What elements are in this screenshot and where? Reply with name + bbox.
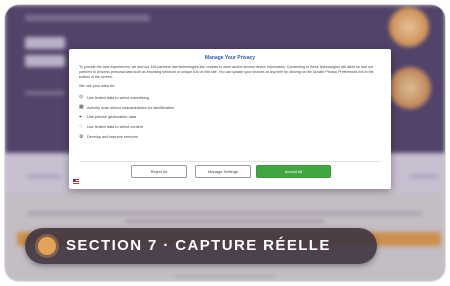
purpose-item: ⊙ Use limited data to select advertising bbox=[79, 93, 381, 103]
scan-icon: ▦ bbox=[79, 104, 84, 111]
purpose-item: ⚙ Develop and improve services bbox=[79, 132, 381, 142]
heart-icon: ♡ bbox=[79, 123, 84, 130]
location-icon: ⌖ bbox=[79, 113, 82, 120]
section-caption-pill: SECTION 7 · CAPTURE RÉELLE bbox=[25, 228, 377, 264]
section-caption-text: SECTION 7 · CAPTURE RÉELLE bbox=[66, 237, 331, 254]
modal-divider bbox=[79, 161, 381, 162]
purpose-item: ▦ Actively scan device characteristics f… bbox=[79, 103, 381, 113]
purpose-label: Actively scan device characteristics for… bbox=[87, 105, 175, 110]
accept-all-button[interactable]: Accept All bbox=[256, 165, 331, 178]
modal-title: Manage Your Privacy bbox=[204, 55, 256, 61]
purpose-item: ⌖ Use precise geolocation data bbox=[79, 113, 381, 123]
data-use-label: We use your data for: bbox=[79, 84, 116, 88]
purpose-label: Use limited data to select advertising bbox=[87, 95, 149, 100]
manage-settings-button[interactable]: Manage Settings bbox=[195, 165, 251, 178]
reject-all-button[interactable]: Reject All bbox=[131, 165, 187, 178]
modal-intro-text: To provide the best experiences, we and … bbox=[79, 65, 374, 79]
target-icon: ⊙ bbox=[79, 94, 84, 101]
purpose-item: ♡ Use limited data to select content bbox=[79, 122, 381, 132]
purpose-label: Use limited data to select content bbox=[87, 125, 143, 130]
purpose-label: Develop and improve services bbox=[87, 135, 138, 140]
privacy-consent-modal: Manage Your Privacy To provide the best … bbox=[69, 49, 391, 189]
tools-icon: ⚙ bbox=[79, 133, 84, 140]
language-flag-icon[interactable] bbox=[73, 179, 79, 184]
status-dot-icon bbox=[38, 237, 56, 255]
purpose-label: Use precise geolocation data bbox=[87, 115, 136, 120]
